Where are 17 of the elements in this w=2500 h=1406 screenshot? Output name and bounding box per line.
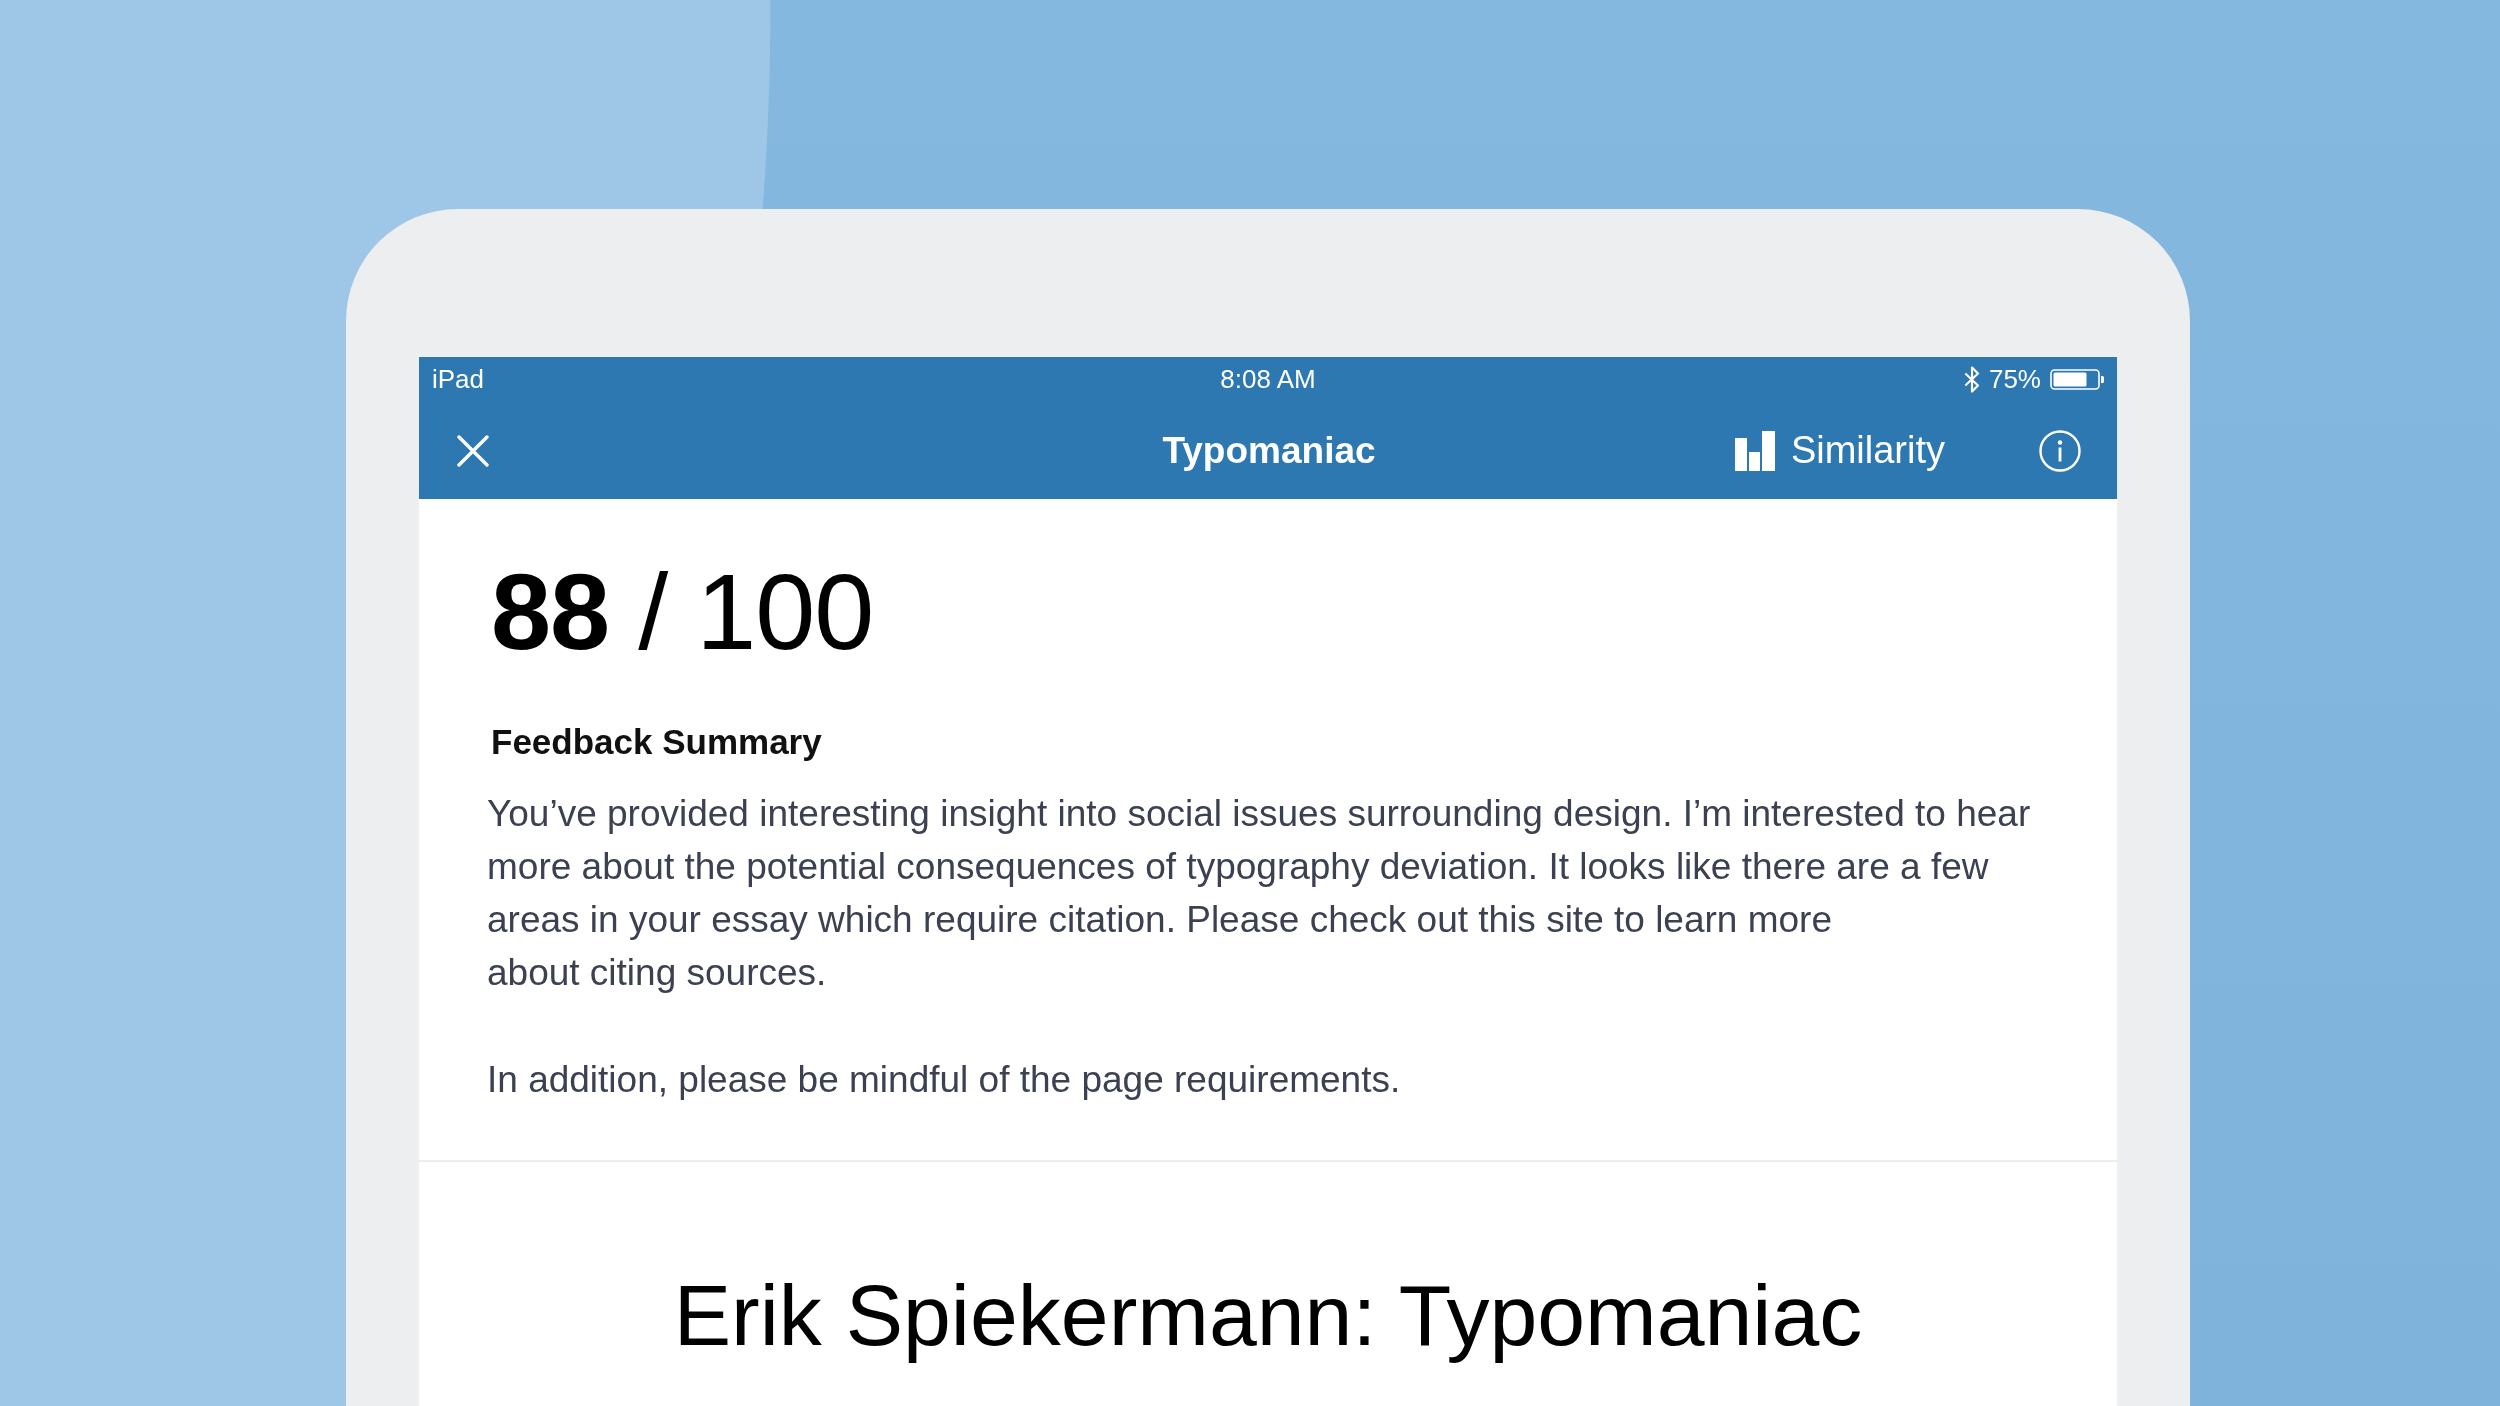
feedback-text: In addition, please be mindful of the page requirements.: [487, 1058, 1402, 1102]
clock-time: 8:08 AM: [1220, 364, 1316, 395]
feedback-heading: Feedback Summary: [490, 721, 823, 763]
info-button[interactable]: [2039, 429, 2081, 472]
similarity-button[interactable]: Similarity: [1734, 429, 1945, 472]
feedback-text: You’ve provided interesting insight into social issues surrounding design. I’m interested to hear more about the potential consequences of typography deviation. It looks like there are a few areas in your essay which require citation. Please check out this site to learn more about citing sources.: [487, 792, 2032, 995]
battery-percentage: 75%: [1988, 364, 2041, 395]
info-icon: [2039, 429, 2081, 472]
document-title: Erik Spiekermann: Typomaniac: [673, 1266, 1863, 1365]
bluetooth-icon: [1963, 366, 1980, 393]
battery-icon: [2050, 369, 2104, 390]
close-button[interactable]: [457, 434, 489, 467]
bar-chart-icon: [1734, 430, 1775, 471]
close-icon: [457, 434, 489, 467]
nav-title: Typomaniac: [1162, 429, 1376, 472]
device-name: iPad: [432, 364, 485, 395]
score: 88 / 100: [490, 550, 875, 674]
